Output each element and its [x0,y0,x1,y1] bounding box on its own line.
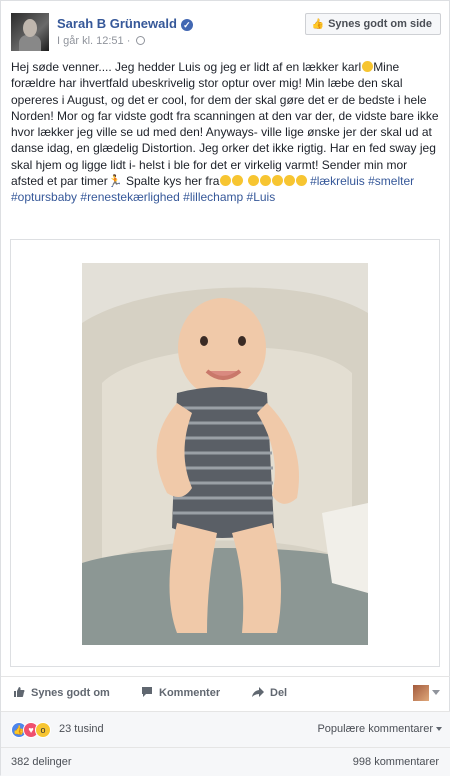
author-name[interactable]: Sarah B Grünewald [57,16,177,31]
like-page-label: Synes godt om side [328,18,432,30]
post-photo-frame[interactable] [10,239,440,667]
hashtag-link[interactable]: #renestekærlighed [80,190,179,204]
chevron-down-icon [436,727,442,731]
react-as-selector[interactable] [413,685,440,701]
hashtag-link[interactable]: #lækreluis [310,174,365,188]
thumbs-up-icon [14,687,25,697]
comment-sort-dropdown[interactable]: Populære kommentarer [317,723,442,735]
like-action-label: Synes godt om [31,687,110,699]
share-action-label: Del [270,687,288,699]
thumbs-up-icon: 👍 [311,19,325,30]
share-count[interactable]: 382 delinger [11,756,72,768]
kiss-emoji-icon [259,175,271,187]
post-stats-footer: 382 delinger 998 kommentarer [1,747,450,776]
post-actions-bar: Synes godt om Kommenter Del [1,676,450,710]
share-action-button[interactable]: Del [252,686,287,699]
kiss-emoji-icon [247,175,259,187]
sunglasses-emoji-icon [362,61,374,72]
reaction-count[interactable]: 23 tusind [59,723,104,735]
person-emoji-icon: 🏃 [107,174,123,189]
comment-action-button[interactable]: Kommenter [141,686,220,699]
baby-photo[interactable] [82,263,368,645]
hashtag-link[interactable]: #lillechamp [183,190,243,204]
verified-badge-icon: ✓ [180,19,193,31]
viewer-avatar [413,685,429,701]
comment-bubble-icon [142,687,152,697]
post-text-part-2: Mine forældre har ihvertfald ubeskriveli… [11,60,439,189]
post-meta: I går kl. 12:51 · [57,35,146,47]
comment-count[interactable]: 998 kommentarer [353,756,439,768]
reactions-bar: 👍 ♥ o 23 tusind Populære kommentarer [1,711,450,747]
post-header: Sarah B Grünewald ✓ I går kl. 12:51 · 👍 Sy… [11,13,441,53]
post-timestamp[interactable]: I går kl. 12:51 [57,35,124,47]
hashtag-link[interactable]: #Luis [247,190,276,204]
kiss-emoji-icon [283,175,295,187]
globe-icon [136,36,146,45]
post-card: Sarah B Grünewald ✓ I går kl. 12:51 · 👍 Sy… [0,0,450,776]
post-text: Hej søde venner.... Jeg hedder Luis og j… [11,59,443,206]
share-arrow-icon [252,687,264,697]
chevron-down-icon [432,690,440,695]
author-name-row: Sarah B Grünewald ✓ [57,16,193,31]
like-action-button[interactable]: Synes godt om [13,686,110,699]
kiss-emoji-icon [220,175,232,187]
like-page-button[interactable]: 👍 Synes godt om side [304,13,441,35]
kiss-emoji-icon [295,175,307,187]
hashtag-link[interactable]: #smelter [368,174,414,188]
post-text-part-1: Hej søde venner.... Jeg hedder Luis og j… [11,60,362,74]
post-text-part-3: Spalte kys her fra [122,174,220,189]
hashtag-link[interactable]: #optursbaby [11,190,77,204]
comment-sort-label: Populære kommentarer [317,723,433,735]
author-avatar[interactable] [11,13,49,51]
kiss-emoji-icon [232,175,244,187]
wow-reaction-icon: o [35,722,51,738]
kiss-emoji-icon [271,175,283,187]
comment-action-label: Kommenter [159,687,221,699]
